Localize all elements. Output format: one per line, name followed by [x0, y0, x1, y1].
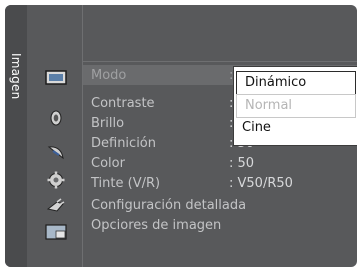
satellite-dish-icon[interactable] — [45, 143, 67, 161]
dropdown-option-dinamico[interactable]: Dinámico — [236, 71, 356, 95]
menu-item-label: Definición — [91, 136, 156, 151]
menu-item-color[interactable]: Color : 50 — [83, 153, 357, 173]
menu-item-label: Configuración detallada — [91, 198, 247, 213]
dropdown-option-normal[interactable]: Normal — [236, 94, 356, 118]
picture-in-picture-icon[interactable] — [45, 223, 67, 241]
menu-item-value: : 50 — [229, 156, 255, 171]
menu-item-label: Brillo — [91, 116, 125, 131]
menu-category-label: Imagen — [9, 53, 23, 100]
category-icon-column — [27, 5, 83, 267]
menu-item-label: Color — [91, 156, 125, 171]
menu-item-value: : V50/R50 — [229, 176, 293, 191]
menu-item-tinte[interactable]: Tinte (V/R) : V50/R50 — [83, 173, 357, 193]
dropdown-option-label: Cine — [242, 120, 271, 135]
speaker-icon[interactable] — [45, 109, 67, 127]
menu-header-area — [83, 5, 357, 62]
menu-category-tab: Imagen — [5, 5, 27, 267]
dropdown-option-label: Dinámico — [245, 75, 307, 90]
menu-item-opciones-de-imagen[interactable]: Opciores de imagen — [83, 215, 357, 235]
menu-item-label: Contraste — [91, 96, 155, 111]
gear-icon[interactable] — [45, 171, 67, 189]
menu-item-label: Tinte (V/R) — [91, 176, 161, 191]
menu-item-label: Opciores de imagen — [91, 218, 222, 233]
menu-item-label: Modo — [91, 68, 127, 83]
mode-dropdown: Dinámico Normal Cine — [233, 66, 357, 146]
dropdown-option-cine[interactable]: Cine — [234, 117, 357, 139]
input-plug-icon[interactable] — [45, 197, 67, 215]
menu-item-configuracion-detallada[interactable]: Configuración detallada — [83, 195, 357, 215]
dropdown-option-label: Normal — [245, 98, 293, 113]
tv-screen-icon[interactable] — [45, 69, 67, 87]
